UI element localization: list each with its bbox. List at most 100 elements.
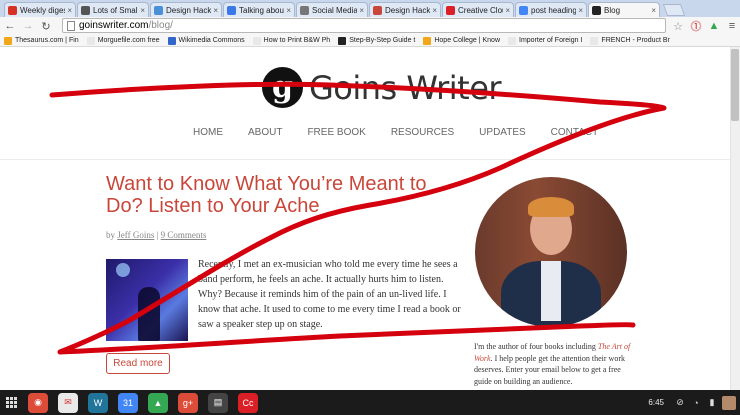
menu-icon[interactable]: ≡ — [724, 18, 740, 34]
nav-updates[interactable]: UPDATES — [479, 127, 526, 138]
tab-label: Design Hacks — [385, 5, 431, 15]
browser-tab[interactable]: Design Hacks × — [369, 2, 441, 17]
post-thumbnail[interactable] — [106, 259, 188, 341]
bookmark-item[interactable]: Thesaurus.com | Fin — [4, 36, 79, 45]
app-launcher-icon[interactable] — [4, 396, 18, 410]
tab-favicon-icon — [8, 5, 17, 15]
site-logo[interactable]: g Goins Writer — [262, 67, 502, 108]
bookmark-label: Wikimedia Commons — [178, 37, 245, 44]
url-path: /blog/ — [148, 20, 173, 31]
calendar-app-icon[interactable]: 31 — [118, 392, 138, 413]
browser-tab[interactable]: Weekly digest × — [4, 2, 76, 17]
bookmark-label: Hope College | Know — [434, 37, 500, 44]
comments-link[interactable]: 9 Comments — [161, 230, 207, 240]
tab-favicon-icon — [373, 5, 382, 15]
tab-close-icon[interactable]: × — [432, 6, 437, 15]
nav-free-book[interactable]: FREE BOOK — [307, 127, 365, 138]
reload-icon[interactable]: ↻ — [38, 18, 54, 34]
forward-icon[interactable]: → — [20, 18, 36, 34]
stage-light — [116, 263, 130, 277]
browser-tab[interactable]: Social Media...× — [296, 2, 368, 17]
bookmark-label: Importer of Foreign I — [519, 37, 583, 44]
author-link[interactable]: Jeff Goins — [117, 230, 154, 240]
bookmark-label: FRENCH - Product Br — [601, 37, 670, 44]
chrome-app-icon[interactable]: ◉ — [28, 392, 48, 413]
tab-label: Lots of Small... — [93, 5, 138, 15]
tab-close-icon[interactable]: × — [505, 6, 510, 15]
creative-cloud-app-icon[interactable]: Cc — [238, 392, 258, 413]
bookmark-label: Thesaurus.com | Fin — [15, 37, 79, 44]
tab-close-icon[interactable]: × — [140, 6, 145, 15]
tab-label: Blog — [604, 5, 621, 15]
wordpress-app-icon[interactable]: W — [88, 392, 108, 413]
portrait-shirt — [541, 261, 561, 321]
tab-label: Social Media... — [312, 5, 357, 15]
browser-tab[interactable]: Talking about...× — [223, 2, 295, 17]
user-avatar[interactable] — [722, 395, 736, 410]
bookmark-favicon-icon — [338, 36, 347, 45]
tab-close-icon[interactable]: × — [578, 6, 583, 15]
clock: 6:45 — [648, 398, 664, 407]
bookmark-item[interactable]: How to Print B&W Ph — [252, 36, 331, 45]
post-title[interactable]: Want to Know What You’re Meant to Do? Li… — [106, 173, 461, 217]
bookmark-favicon-icon — [167, 36, 176, 45]
tab-favicon-icon — [227, 5, 236, 15]
system-tray[interactable]: 6:45 ⊘ ◔ ▮ — [648, 390, 740, 415]
author-portrait — [475, 177, 627, 327]
bookmark-favicon-icon — [423, 36, 432, 45]
browser-tab[interactable]: post heading × — [515, 2, 587, 17]
tab-close-icon[interactable]: × — [651, 6, 656, 15]
post-excerpt: Recently, I met an ex-musician who told … — [198, 259, 461, 330]
bookmark-item[interactable]: Wikimedia Commons — [167, 36, 245, 45]
url-domain: goinswriter.com — [79, 20, 149, 31]
browser-tab[interactable]: Design Hacks...× — [150, 2, 222, 17]
tab-close-icon[interactable]: × — [67, 6, 72, 15]
tab-favicon-icon — [519, 5, 528, 15]
scrollbar-thumb[interactable] — [731, 49, 739, 121]
wifi-icon[interactable]: ◔ — [690, 397, 702, 409]
tab-close-icon[interactable]: × — [213, 6, 218, 15]
bookmark-favicon-icon — [590, 36, 599, 45]
battery-icon[interactable]: ▮ — [706, 397, 718, 409]
browser-tab[interactable]: Blog × — [588, 2, 660, 17]
address-bar[interactable]: goinswriter.com/blog/ — [62, 18, 666, 33]
page-scrollbar[interactable] — [730, 47, 740, 390]
gmail-app-icon[interactable]: ✉ — [58, 392, 78, 413]
back-icon[interactable]: ← — [2, 18, 18, 34]
bookmark-label: How to Print B&W Ph — [263, 37, 331, 44]
musician-silhouette — [138, 287, 160, 341]
logo-text: Goins Writer — [309, 68, 502, 107]
tab-close-icon[interactable]: × — [359, 6, 364, 15]
bookmark-label: Step-By-Step Guide t — [349, 37, 416, 44]
nav-home[interactable]: HOME — [193, 127, 223, 138]
author-bio: I'm the author of four books including T… — [474, 341, 632, 387]
tab-label: Creative Cloud — [458, 5, 503, 15]
nav-about[interactable]: ABOUT — [248, 127, 282, 138]
browser-tab[interactable]: Lots of Small...× — [77, 2, 149, 17]
read-more-button[interactable]: Read more — [106, 353, 170, 374]
notification-icon[interactable]: ⊘ — [674, 397, 686, 409]
new-tab-button[interactable] — [662, 4, 686, 16]
nav-resources[interactable]: RESOURCES — [391, 127, 454, 138]
tab-favicon-icon — [300, 5, 309, 15]
pinterest-icon[interactable]: ⓵ — [688, 18, 704, 34]
nav-contact[interactable]: CONTACT — [551, 127, 599, 138]
bookmarks-bar: Thesaurus.com | Fin Morguefile.com free Wi… — [0, 35, 740, 47]
web-page: g Goins Writer HOME ABOUT FREE BOOK RESO… — [0, 47, 740, 390]
bookmark-item[interactable]: FRENCH - Product Br — [590, 36, 670, 45]
tab-favicon-icon — [154, 5, 163, 15]
bookmark-item[interactable]: Importer of Foreign I — [508, 36, 583, 45]
google-plus-app-icon[interactable]: g+ — [178, 392, 198, 413]
tab-favicon-icon — [81, 5, 90, 15]
bookmark-star-icon[interactable]: ☆ — [670, 18, 686, 34]
docs-app-app-icon[interactable]: ▤ — [208, 392, 228, 413]
bookmark-item[interactable]: Hope College | Know — [423, 36, 500, 45]
drive-app-icon[interactable]: ▲ — [148, 392, 168, 413]
bookmark-item[interactable]: Morguefile.com free — [86, 36, 160, 45]
tab-close-icon[interactable]: × — [286, 6, 291, 15]
tab-label: Talking about... — [239, 5, 284, 15]
drive-extension-icon[interactable]: ▲ — [706, 18, 722, 34]
browser-tab[interactable]: Creative Cloud× — [442, 2, 514, 17]
bookmark-item[interactable]: Step-By-Step Guide t — [338, 36, 416, 45]
tab-label: post heading — [531, 5, 577, 15]
